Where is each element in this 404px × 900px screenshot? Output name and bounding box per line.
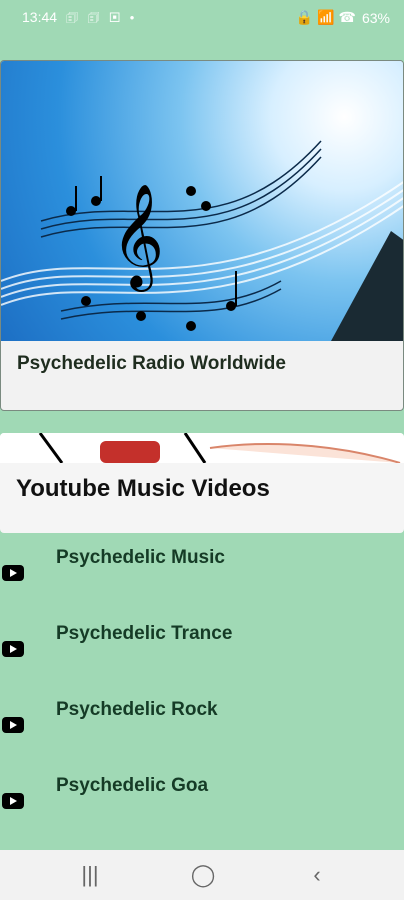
staff-line (40, 140, 322, 222)
battery-level: 63% (361, 9, 390, 26)
note-head (91, 196, 101, 206)
youtube-header-image (0, 433, 404, 464)
music-illustration: 𝄞 (1, 140, 403, 341)
list-item[interactable]: Psychedelic Trance (0, 621, 404, 697)
youtube-card-title: Youtube Music Videos (16, 475, 270, 502)
list-item[interactable]: Psychedelic Goa (0, 773, 404, 849)
video-list: Psychedelic Music Psychedelic Trance Psy… (0, 545, 404, 849)
note-head (226, 301, 236, 311)
staff-line (40, 156, 322, 238)
list-item-label: Psychedelic Goa (56, 775, 209, 796)
staff-line (1, 181, 403, 282)
hand-outline (209, 442, 401, 464)
system-icons: 🔒 📶 ☎ (295, 9, 356, 25)
treble-clef-icon: 𝄞 (111, 183, 164, 292)
note-head (201, 201, 211, 211)
staff-line (1, 205, 403, 306)
device-corner (331, 231, 403, 341)
home-button[interactable]: ◯ (188, 862, 218, 888)
note-head (186, 321, 196, 331)
status-time: 13:44 (22, 9, 58, 25)
status-bar: 13:44 🗊 🗊 ▣ • 🔒 📶 ☎ 63% (0, 0, 404, 34)
list-item[interactable]: Psychedelic Rock (0, 697, 404, 773)
device-edge (183, 433, 207, 464)
note-head (186, 186, 196, 196)
staff-line (40, 148, 322, 230)
note-head (136, 311, 146, 321)
youtube-play-icon (2, 641, 24, 657)
radio-card-title: Psychedelic Radio Worldwide (17, 353, 286, 374)
recent-apps-button[interactable]: ||| (75, 862, 105, 888)
list-item-label: Psychedelic Music (56, 547, 225, 568)
status-right-group: 🔒 📶 ☎ 63% (296, 9, 390, 26)
note-head (66, 206, 76, 216)
staff-line (1, 197, 403, 298)
list-item-label: Psychedelic Rock (56, 699, 218, 720)
device-edge (38, 433, 64, 464)
list-item-label: Psychedelic Trance (56, 623, 233, 644)
youtube-play-icon (2, 793, 24, 809)
notification-icons: 🗊 🗊 ▣ • (66, 10, 138, 25)
back-button[interactable]: ‹ (302, 862, 332, 888)
youtube-play-icon (2, 717, 24, 733)
list-item[interactable]: Psychedelic Music (0, 545, 404, 621)
youtube-illustration (38, 433, 401, 464)
radio-card[interactable]: 𝄞 Psychedelic Radio Worldwide (0, 60, 404, 411)
note-head (81, 296, 91, 306)
youtube-logo-icon (100, 441, 160, 463)
system-nav-bar: ||| ◯ ‹ (0, 850, 404, 900)
youtube-play-icon (2, 565, 24, 581)
staff-line (60, 280, 282, 312)
music-notes-image: 𝄞 (1, 61, 403, 341)
